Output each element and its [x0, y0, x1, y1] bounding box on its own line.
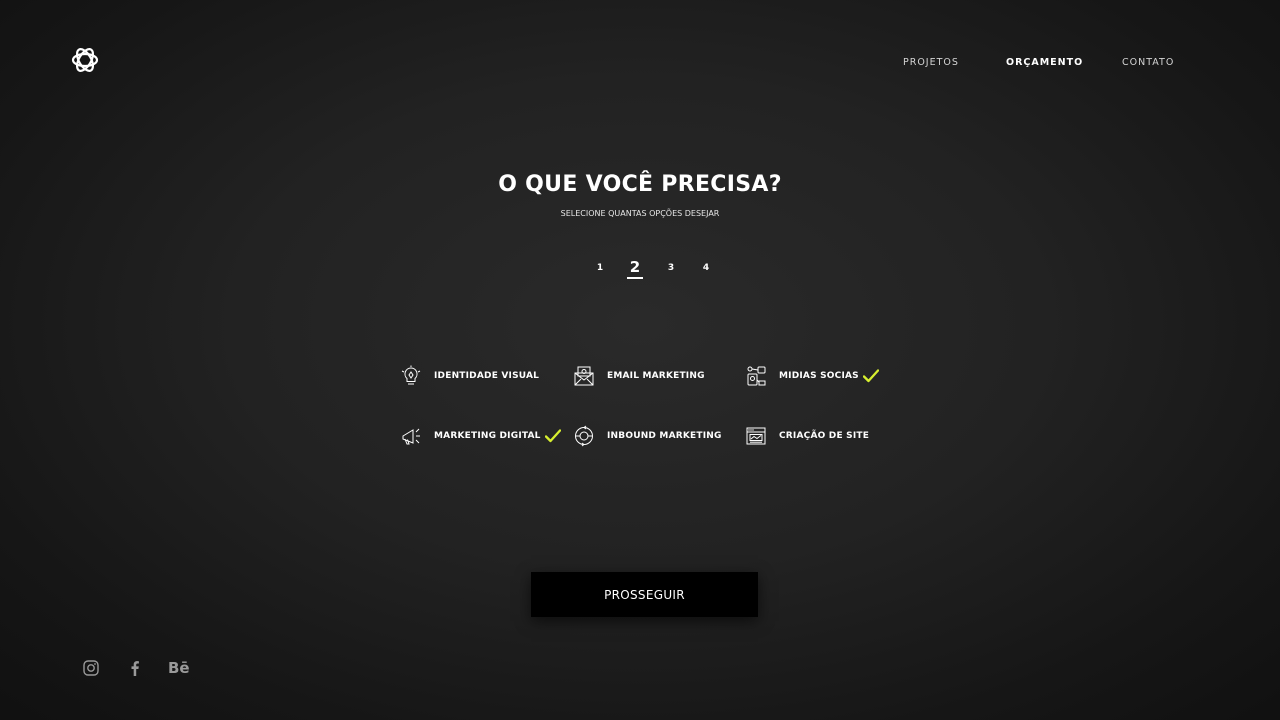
nav-link-contato[interactable]: CONTATO	[1122, 57, 1174, 68]
option-midias-socias[interactable]: MIDIAS SOCIAS	[745, 364, 879, 388]
option-label: MARKETING DIGITAL	[434, 431, 541, 441]
envelope-icon	[574, 366, 594, 386]
option-label: INBOUND MARKETING	[607, 431, 722, 441]
browser-window-icon	[746, 427, 766, 445]
nav-link-projetos[interactable]: PROJETOS	[903, 57, 959, 68]
behance-icon[interactable]: Bē	[168, 659, 192, 677]
checkmark-icon	[544, 429, 561, 443]
option-label: MIDIAS SOCIAS	[779, 371, 859, 381]
option-marketing-digital[interactable]: MARKETING DIGITAL	[400, 424, 561, 448]
option-label: IDENTIDADE VISUAL	[434, 371, 540, 381]
main-nav: PROJETOS ORÇAMENTO CONTATO	[0, 57, 1280, 69]
step-1[interactable]: 1	[592, 263, 608, 273]
inbound-cycle-icon	[575, 425, 593, 447]
lightbulb-pen-icon	[401, 365, 421, 385]
social-media-icon	[747, 366, 766, 386]
nav-link-orcamento[interactable]: ORÇAMENTO	[1006, 57, 1083, 68]
option-email-marketing[interactable]: EMAIL MARKETING	[573, 364, 705, 388]
step-4[interactable]: 4	[698, 263, 714, 273]
option-criacao-de-site[interactable]: CRIAÇÃO DE SITE	[745, 424, 869, 448]
option-inbound-marketing[interactable]: INBOUND MARKETING	[573, 424, 722, 448]
option-identidade-visual[interactable]: IDENTIDADE VISUAL	[400, 364, 539, 388]
prosseguir-button[interactable]: PROSSEGUIR	[531, 572, 758, 617]
option-label: EMAIL MARKETING	[607, 371, 705, 381]
option-label: CRIAÇÃO DE SITE	[779, 431, 870, 441]
step-indicator: 1 2 3 4	[0, 258, 1280, 282]
step-3[interactable]: 3	[663, 263, 679, 273]
checkmark-icon	[862, 369, 879, 383]
step-2-current[interactable]: 2	[627, 258, 643, 279]
megaphone-icon	[402, 428, 420, 445]
page-title: O QUE VOCÊ PRECISA?	[498, 172, 782, 197]
instagram-icon[interactable]	[83, 659, 99, 677]
page-subtitle: SELECIONE QUANTAS OPÇÕES DESEJAR	[560, 209, 720, 218]
facebook-icon[interactable]	[129, 659, 141, 677]
